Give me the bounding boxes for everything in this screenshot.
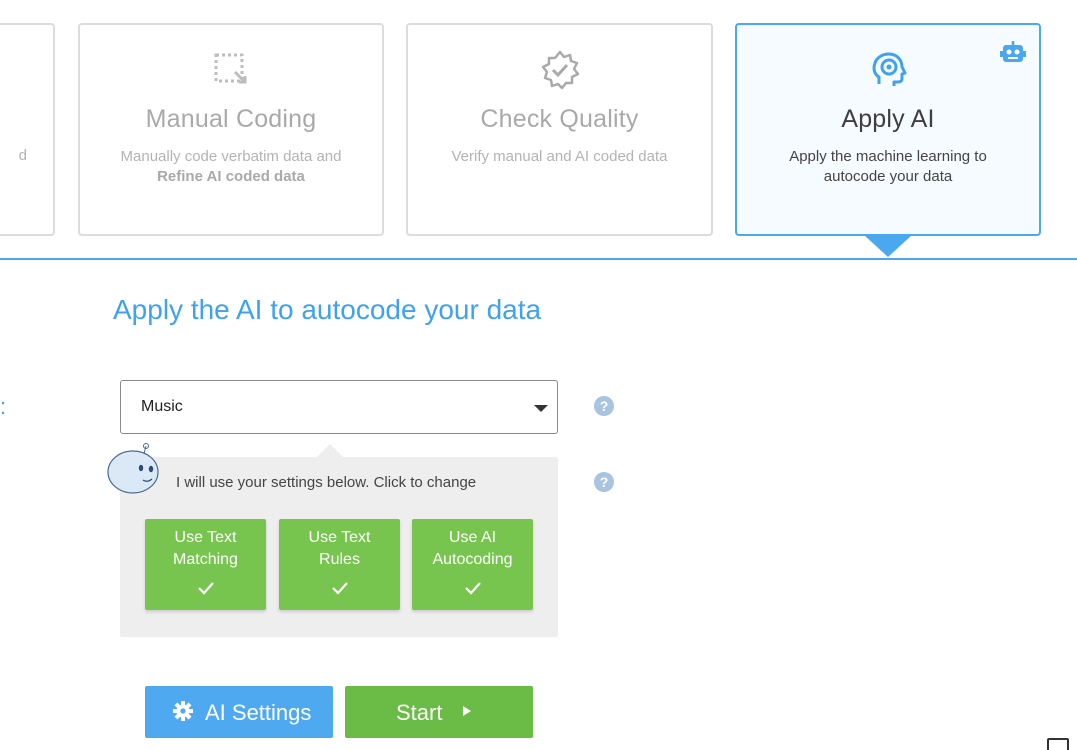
- step-card-check-quality[interactable]: Check Quality Verify manual and AI coded…: [406, 23, 713, 236]
- checkmark-icon: [330, 578, 350, 598]
- option-text-rules[interactable]: Use Text Rules: [279, 519, 400, 610]
- option-label-line: Rules: [319, 551, 360, 568]
- step-card-desc-emphasis: Refine AI coded data: [157, 168, 305, 185]
- option-label-line: Use AI: [448, 529, 497, 546]
- checkmark-icon: [196, 578, 216, 598]
- option-label-line: Use Text: [174, 529, 237, 546]
- help-icon[interactable]: ?: [594, 396, 614, 416]
- option-label-line: Use Text: [308, 529, 371, 546]
- step-card-desc: Verify manual and AI coded data: [451, 148, 668, 165]
- panel-notch: [316, 444, 344, 458]
- step-card-desc-line: autocode your data: [823, 168, 953, 185]
- step-card-desc-line: Manually code verbatim data and: [120, 148, 342, 165]
- gear-icon: [173, 701, 193, 721]
- start-label: Start: [396, 700, 443, 725]
- robot-icon: [999, 39, 1027, 67]
- topic-select-value: Music: [141, 398, 183, 415]
- assistant-message: I will use your settings below. Click to…: [176, 474, 477, 491]
- ai-settings-button[interactable]: AI Settings: [145, 686, 333, 738]
- feedback-checkbox[interactable]: [1047, 738, 1069, 750]
- topic-select[interactable]: Music: [120, 380, 558, 434]
- page: d Manual Coding Manually code verbatim d…: [0, 0, 1077, 750]
- ai-head-icon: [868, 50, 908, 90]
- play-icon: [463, 706, 471, 716]
- ai-settings-label: AI Settings: [205, 700, 312, 725]
- field-label-fragment: :: [0, 394, 7, 419]
- option-label-line: Matching: [173, 551, 238, 568]
- option-label: Use AI Autocoding: [412, 527, 533, 571]
- verified-badge-icon: [540, 50, 580, 90]
- option-label: Use Text Rules: [279, 527, 400, 571]
- step-card-desc: Apply the machine learning to autocode y…: [755, 147, 1021, 187]
- step-card-title: Apply AI: [841, 105, 935, 133]
- help-icon[interactable]: ?: [594, 472, 614, 492]
- page-title: Apply the AI to autocode your data: [113, 294, 542, 325]
- step-card-title: Manual Coding: [145, 105, 317, 133]
- assistant-panel: I will use your settings below. Click to…: [120, 457, 558, 637]
- option-ai-autocoding[interactable]: Use AI Autocoding: [412, 519, 533, 610]
- step-card-manual-coding[interactable]: Manual Coding Manually code verbatim dat…: [78, 23, 384, 236]
- option-label-line: Autocoding: [432, 551, 513, 568]
- step-card-desc: Manually code verbatim data and Refine A…: [98, 147, 364, 187]
- active-step-pointer: [864, 235, 912, 257]
- step-card-apply-ai[interactable]: Apply AI Apply the machine learning to a…: [735, 23, 1041, 236]
- section-divider: [0, 258, 1077, 260]
- option-label: Use Text Matching: [145, 527, 266, 571]
- step-card-previous[interactable]: d: [0, 23, 55, 236]
- option-text-matching[interactable]: Use Text Matching: [145, 519, 266, 610]
- start-button[interactable]: Start: [345, 686, 533, 738]
- checkmark-icon: [463, 578, 483, 598]
- step-card-title: Check Quality: [480, 105, 639, 133]
- step-card-desc-line: Apply the machine learning to: [789, 148, 987, 165]
- step-card-previous-desc-fragment: d: [18, 147, 27, 164]
- chevron-down-icon: [534, 405, 548, 412]
- assistant-bot-icon: [106, 442, 162, 496]
- select-area-icon: [211, 50, 251, 90]
